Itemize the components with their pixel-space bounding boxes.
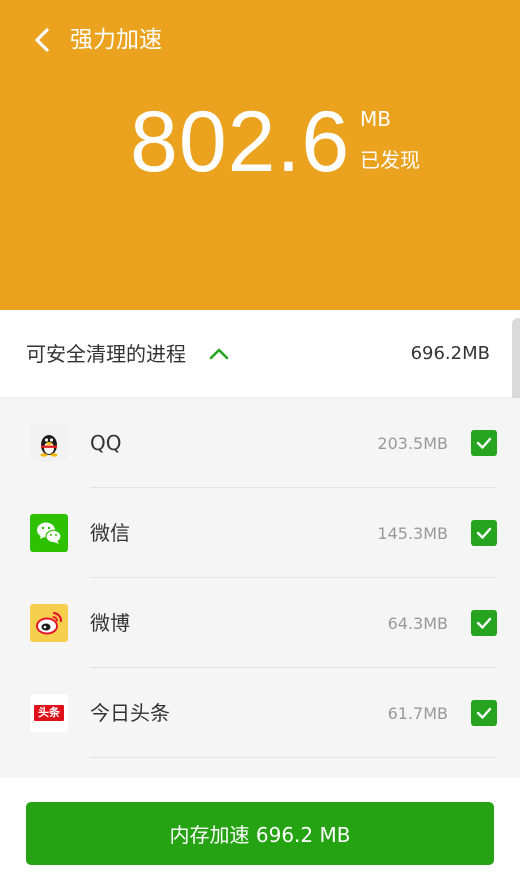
section-total-size: 696.2MB [410,343,490,364]
app-name: 微博 [90,611,130,635]
app-size: 61.7MB [387,704,448,723]
total-memory-value: 802.6 [130,94,351,190]
section-title: 可安全清理的进程 [26,342,186,366]
app-name: 今日头条 [90,701,170,725]
chevron-up-icon [209,348,229,360]
process-section-header[interactable]: 可安全清理的进程 696.2MB [0,310,520,398]
checkmark-icon [476,437,492,449]
toutiao-logo-text: 头条 [34,705,64,721]
app-checkbox[interactable] [471,610,497,636]
found-label: 已发现 [360,148,420,172]
back-button[interactable] [26,22,58,58]
weibo-icon [30,604,68,642]
chevron-left-icon [35,28,49,52]
app-size: 203.5MB [377,434,448,453]
list-item[interactable]: QQ 203.5MB [0,398,520,488]
app-name: 微信 [90,521,130,545]
wechat-icon [30,514,68,552]
app-checkbox[interactable] [471,430,497,456]
list-item[interactable]: 微博 64.3MB [0,578,520,668]
checkmark-icon [476,617,492,629]
memory-unit: MB [360,107,391,131]
qq-icon [30,424,68,462]
collapse-toggle[interactable] [205,343,233,365]
app-name: QQ [90,431,122,455]
footer: 内存加速 696.2 MB [0,778,520,888]
app-size: 145.3MB [377,524,448,543]
checkmark-icon [476,527,492,539]
process-list: QQ 203.5MB 微信 145.3MB 微博 64.3MB 头条 今日头条 … [0,398,520,758]
boost-screen: 强力加速 802.6 MB 已发现 可安全清理的进程 696.2MB QQ 20… [0,0,520,888]
list-item[interactable]: 微信 145.3MB [0,488,520,578]
list-item[interactable]: 头条 今日头条 61.7MB [0,668,520,758]
header: 强力加速 802.6 MB 已发现 [0,0,520,310]
checkmark-icon [476,707,492,719]
app-checkbox[interactable] [471,520,497,546]
app-checkbox[interactable] [471,700,497,726]
boost-memory-button[interactable]: 内存加速 696.2 MB [26,802,494,865]
page-title: 强力加速 [70,27,162,53]
app-size: 64.3MB [387,614,448,633]
toutiao-icon: 头条 [30,694,68,732]
